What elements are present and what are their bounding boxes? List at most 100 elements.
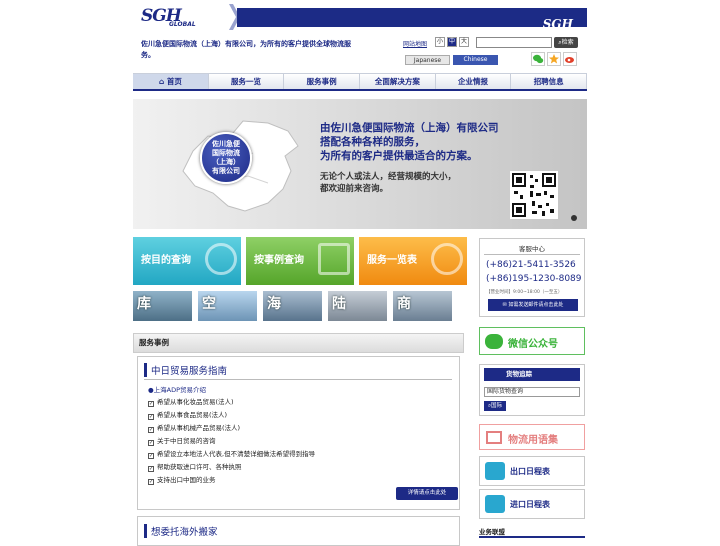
site-map-link[interactable]: 网站地图 bbox=[403, 39, 427, 48]
photo-air[interactable]: 空 bbox=[198, 291, 257, 321]
lang-chinese-button[interactable]: Chinese bbox=[453, 55, 498, 65]
banner-headline: 由佐川急便国际物流（上海）有限公司 搭配各种各样的服务， 为所有的客户提供最适合… bbox=[320, 121, 499, 163]
weibo-icon[interactable] bbox=[563, 52, 577, 66]
main-nav: ⌂ 首页 服务一览 服务事例 全面解决方案 企业情报 招聘信息 bbox=[133, 73, 588, 91]
glossary-label: 物流用语集 bbox=[508, 435, 558, 446]
photo-land[interactable]: 陆 bbox=[328, 291, 387, 321]
checkbox-icon: ✓ bbox=[148, 479, 154, 485]
banner-headline-line: 由佐川急便国际物流（上海）有限公司 bbox=[320, 122, 499, 134]
adp-trade-link[interactable]: ●上海ADP贸易介绍 bbox=[148, 384, 206, 394]
book-icon bbox=[486, 431, 502, 444]
logo[interactable]: SGH GLOBAL bbox=[133, 0, 233, 34]
favorite-star-icon[interactable] bbox=[547, 52, 561, 66]
nav-item-recruit[interactable]: 招聘信息 bbox=[511, 74, 588, 89]
banner-headline-line: 为所有的客户提供最适合的方案。 bbox=[320, 150, 478, 162]
logo-subtext: GLOBAL bbox=[169, 21, 196, 28]
photo-warehouse[interactable]: 库 bbox=[133, 291, 192, 321]
wechat-label: 微信公众号 bbox=[508, 339, 558, 350]
trade-guide-title[interactable]: 中日贸易服务指南 bbox=[144, 363, 227, 377]
page: SGH GLOBAL SGH 佐川急便国际物流（上海）有限公司，为所有的客户提供… bbox=[133, 0, 588, 546]
checkbox-icon: ✓ bbox=[148, 414, 154, 420]
tracking-input[interactable]: 国际货物查询 bbox=[484, 387, 580, 397]
trade-item[interactable]: ✓ 希望设立本地法人代表,但不清楚详细做法希望得到指导 bbox=[148, 448, 315, 459]
section-title-service-cases: 服务事例 bbox=[133, 333, 464, 353]
carousel-dot[interactable] bbox=[571, 215, 577, 221]
trade-item[interactable]: ✓ 希望从事化妆品贸易(法人) bbox=[148, 396, 234, 407]
trade-item[interactable]: ✓ 希望从事机械产品贸易(法人) bbox=[148, 422, 240, 433]
badge-line: 佐川急便 bbox=[212, 140, 240, 148]
wechat-icon[interactable] bbox=[531, 52, 545, 66]
wechat-official-account[interactable]: 微信公众号 bbox=[479, 327, 585, 355]
nav-item-solutions[interactable]: 全面解决方案 bbox=[360, 74, 436, 89]
trade-item[interactable]: ✓ 关于中日贸易的咨询 bbox=[148, 435, 216, 446]
divider bbox=[144, 379, 452, 380]
mail-button[interactable]: ✉ 如需发送邮件请点击此处 bbox=[488, 299, 578, 311]
photo-label: 海 bbox=[267, 296, 281, 312]
alliance-heading: 业务联盟 bbox=[479, 528, 505, 536]
search-button-label: 检索 bbox=[561, 39, 574, 46]
lang-japanese-button[interactable]: Japanese bbox=[405, 55, 450, 65]
photo-label: 陆 bbox=[332, 296, 346, 312]
trade-item[interactable]: ✓ 希望从事食品贸易(法人) bbox=[148, 409, 227, 420]
tile-search-by-destination[interactable]: 按目的查询 bbox=[133, 237, 241, 285]
overseas-moving-title[interactable]: 想委托海外搬家 bbox=[144, 524, 218, 538]
header-band-logo: SGH bbox=[542, 17, 573, 31]
details-button[interactable]: 详情请点击此处 bbox=[396, 487, 458, 500]
hero-banner[interactable]: 佐川急便 国际物流 （上海） 有限公司 由佐川急便国际物流（上海）有限公司 搭配… bbox=[133, 99, 587, 229]
search-button[interactable]: ⌕检索 bbox=[554, 37, 578, 48]
trade-item-label: 希望从事食品贸易(法人) bbox=[157, 411, 228, 419]
photo-commerce[interactable]: 商 bbox=[393, 291, 452, 321]
company-name-badge: 佐川急便 国际物流 （上海） 有限公司 bbox=[200, 132, 252, 184]
photo-label: 空 bbox=[202, 296, 216, 312]
trade-item-label: 希望设立本地法人代表,但不清楚详细做法希望得到指导 bbox=[157, 450, 316, 458]
tile-service-list[interactable]: 服务一览表 bbox=[359, 237, 467, 285]
trade-guide-box: 中日贸易服务指南 ●上海ADP贸易介绍 ✓ 希望从事化妆品贸易(法人) ✓ 希望从事… bbox=[137, 356, 460, 510]
info-icon bbox=[431, 243, 463, 275]
logo-bar: SGH GLOBAL SGH bbox=[133, 0, 587, 34]
trade-item-label: 希望从事化妆品贸易(法人) bbox=[157, 398, 234, 406]
banner-subline-line: 都欢迎前来咨询。 bbox=[320, 184, 389, 194]
tracking-box: 货物追踪 国际货物查询 ⌕国际 bbox=[479, 364, 585, 416]
trade-item-label: 关于中日贸易的咨询 bbox=[157, 437, 216, 445]
photo-sea[interactable]: 海 bbox=[263, 291, 322, 321]
font-size-medium-button[interactable]: 中 bbox=[447, 37, 457, 47]
trade-item-label: 希望从事机械产品贸易(法人) bbox=[157, 424, 241, 432]
customer-center-title: 客服中心 bbox=[519, 245, 545, 253]
nav-item-home[interactable]: ⌂ 首页 bbox=[133, 74, 209, 89]
nav-item-cases[interactable]: 服务事例 bbox=[284, 74, 361, 89]
trade-item-label: 帮助获取进口许可、各种执照 bbox=[157, 463, 242, 471]
phone-number: (+86)21-5411-3526 bbox=[486, 260, 576, 270]
banner-subline: 无论个人或法人，经营规模的大小， 都欢迎前来咨询。 bbox=[320, 171, 456, 195]
glossary-link[interactable]: 物流用语集 bbox=[479, 424, 585, 450]
tile-label: 按事例查询 bbox=[254, 255, 304, 266]
ship-icon bbox=[485, 462, 505, 480]
checkbox-icon: ✓ bbox=[148, 440, 154, 446]
overseas-moving-box: 想委托海外搬家 bbox=[137, 516, 460, 546]
header-band: SGH bbox=[237, 8, 587, 31]
wechat-icon bbox=[485, 334, 503, 349]
photo-label: 商 bbox=[397, 296, 411, 312]
trade-item[interactable]: ✓ 帮助获取进口许可、各种执照 bbox=[148, 461, 242, 472]
divider bbox=[484, 254, 580, 255]
checkbox-icon: ✓ bbox=[148, 427, 154, 433]
font-size-large-button[interactable]: 大 bbox=[459, 37, 469, 47]
font-size-small-button[interactable]: 小 bbox=[435, 37, 445, 47]
trade-item[interactable]: ✓ 支持出口中国的业务 bbox=[148, 474, 216, 485]
tracking-button[interactable]: ⌕国际 bbox=[484, 401, 506, 411]
mail-button-label: 如需发送邮件请点击此处 bbox=[508, 302, 564, 308]
checkbox-icon: ✓ bbox=[148, 401, 154, 407]
export-schedule-link[interactable]: 出口日程表 bbox=[479, 456, 585, 486]
nav-item-company[interactable]: 企业情报 bbox=[436, 74, 512, 89]
badge-line: 有限公司 bbox=[212, 167, 240, 175]
banner-subline-line: 无论个人或法人，经营规模的大小， bbox=[320, 172, 457, 182]
tile-search-by-case[interactable]: 按事例查询 bbox=[246, 237, 354, 285]
badge-line: （上海） bbox=[212, 158, 240, 166]
trade-item-label: 支持出口中国的业务 bbox=[157, 476, 216, 484]
ship-icon bbox=[485, 495, 505, 513]
nav-item-services[interactable]: 服务一览 bbox=[209, 74, 285, 89]
search-input[interactable] bbox=[476, 37, 552, 48]
export-schedule-label: 出口日程表 bbox=[510, 467, 550, 476]
tile-label: 按目的查询 bbox=[141, 255, 191, 266]
tagline: 佐川急便国际物流（上海）有限公司，为所有的客户提供全球物流服务。 bbox=[141, 40, 351, 59]
import-schedule-link[interactable]: 进口日程表 bbox=[479, 489, 585, 519]
